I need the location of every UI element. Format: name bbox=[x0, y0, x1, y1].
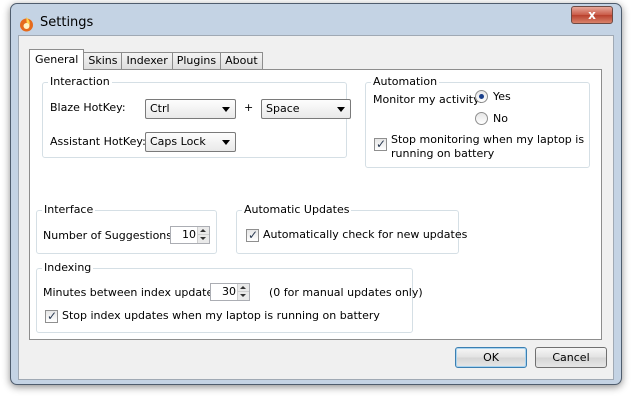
window-title: Settings bbox=[40, 15, 94, 30]
blaze-hotkey-key-select[interactable]: Space bbox=[261, 99, 351, 119]
blaze-hotkey-label: Blaze HotKey: bbox=[50, 101, 126, 114]
indexing-group: Indexing Minutes between index updates: … bbox=[36, 261, 423, 333]
settings-window: Settings x General Skins Indexer Plugins… bbox=[10, 3, 622, 385]
assistant-hotkey-label: Assistant HotKey: bbox=[50, 135, 146, 148]
tab-strip: General Skins Indexer Plugins About bbox=[29, 49, 263, 70]
indexing-group-title: Indexing bbox=[42, 261, 94, 275]
hotkey-plus-sign: + bbox=[244, 101, 254, 114]
assistant-hotkey-value: Caps Lock bbox=[150, 135, 206, 148]
stop-index-label[interactable]: Stop index updates when my laptop is run… bbox=[62, 309, 380, 323]
minutes-stepper[interactable]: 30 bbox=[210, 283, 250, 301]
stop-index-checkbox[interactable] bbox=[45, 309, 58, 323]
interaction-group: Interaction Blaze HotKey: Ctrl + Space A… bbox=[42, 75, 351, 158]
interface-group: Interface Number of Suggestions: 10 bbox=[36, 203, 217, 254]
tab-plugins[interactable]: Plugins bbox=[171, 52, 222, 70]
spin-up-icon[interactable] bbox=[198, 227, 209, 235]
chevron-down-icon bbox=[222, 107, 230, 112]
tab-skins[interactable]: Skins bbox=[83, 52, 123, 70]
monitor-no-radio[interactable] bbox=[475, 112, 488, 125]
blaze-app-icon bbox=[20, 17, 33, 32]
minutes-hint: (0 for manual updates only) bbox=[269, 286, 423, 299]
automatic-updates-group: Automatic Updates Automatically check fo… bbox=[236, 203, 467, 254]
spin-up-icon[interactable] bbox=[238, 284, 249, 292]
automation-group: Automation Monitor my activity: Yes No S… bbox=[365, 75, 590, 168]
suggestions-label: Number of Suggestions: bbox=[43, 229, 176, 242]
monitor-yes-radio[interactable] bbox=[475, 90, 488, 103]
chevron-down-icon bbox=[337, 107, 345, 112]
monitor-no-label[interactable]: No bbox=[493, 112, 508, 126]
minutes-value: 30 bbox=[222, 285, 236, 298]
monitor-activity-label: Monitor my activity: bbox=[373, 93, 483, 106]
close-button[interactable]: x bbox=[571, 6, 613, 24]
auto-check-label[interactable]: Automatically check for new updates bbox=[263, 228, 467, 242]
tab-indexer[interactable]: Indexer bbox=[121, 52, 173, 70]
dialog-body: General Skins Indexer Plugins About Inte… bbox=[18, 35, 614, 380]
auto-check-checkbox[interactable] bbox=[246, 228, 259, 242]
tab-general[interactable]: General bbox=[29, 49, 85, 70]
minutes-label: Minutes between index updates: bbox=[43, 286, 223, 299]
interaction-group-title: Interaction bbox=[48, 75, 112, 89]
automation-group-title: Automation bbox=[371, 75, 440, 89]
suggestions-value: 10 bbox=[182, 228, 196, 241]
automatic-updates-group-title: Automatic Updates bbox=[242, 203, 352, 217]
spin-down-icon[interactable] bbox=[238, 292, 249, 300]
title-bar[interactable]: Settings x bbox=[11, 4, 621, 36]
suggestions-stepper[interactable]: 10 bbox=[170, 226, 210, 244]
close-icon: x bbox=[588, 8, 596, 22]
general-tab-panel: Interaction Blaze HotKey: Ctrl + Space A… bbox=[29, 69, 602, 340]
stop-monitoring-label[interactable]: Stop monitoring when my laptop is runnin… bbox=[391, 133, 586, 161]
blaze-hotkey-modifier-value: Ctrl bbox=[150, 102, 170, 115]
blaze-hotkey-modifier-select[interactable]: Ctrl bbox=[145, 99, 236, 119]
monitor-yes-label[interactable]: Yes bbox=[493, 90, 511, 104]
tab-about[interactable]: About bbox=[220, 52, 263, 70]
spin-down-icon[interactable] bbox=[198, 235, 209, 243]
chevron-down-icon bbox=[222, 140, 230, 145]
interface-group-title: Interface bbox=[42, 203, 96, 217]
ok-button[interactable]: OK bbox=[455, 347, 527, 368]
stop-monitoring-checkbox[interactable] bbox=[374, 137, 387, 151]
cancel-button[interactable]: Cancel bbox=[535, 347, 607, 368]
assistant-hotkey-select[interactable]: Caps Lock bbox=[145, 132, 236, 152]
blaze-hotkey-key-value: Space bbox=[266, 102, 300, 115]
